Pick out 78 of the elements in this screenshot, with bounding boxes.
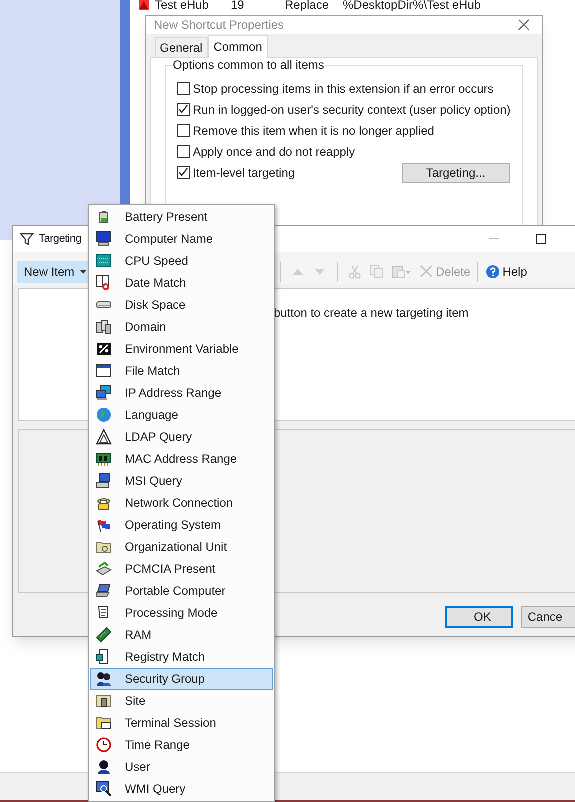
menu-item[interactable]: Battery Present <box>90 206 273 228</box>
checkbox-label: Remove this item when it is no longer applied <box>193 122 434 140</box>
menu-item[interactable]: IP Address Range <box>90 382 273 404</box>
menu-item[interactable]: Domain <box>90 316 273 338</box>
help-icon <box>486 264 500 278</box>
dialog-button[interactable]: OK <box>445 606 513 628</box>
menu-item[interactable]: PCMCIA Present <box>90 558 273 580</box>
magnifier-monitor-icon <box>96 781 112 797</box>
menu-item[interactable]: Organizational Unit <box>90 536 273 558</box>
menu-item[interactable]: Operating System <box>90 514 273 536</box>
menu-item[interactable]: Terminal Session <box>90 712 273 734</box>
window-title: Targeting <box>39 232 82 247</box>
laptop-icon <box>96 583 112 599</box>
menu-item[interactable]: Computer Name <box>90 228 273 250</box>
tab[interactable]: Common <box>208 35 268 58</box>
globe-icon <box>96 407 112 423</box>
menu-item[interactable]: MSI Query <box>90 470 273 492</box>
checkbox[interactable] <box>177 166 190 179</box>
list-cell-text: Test eHub <box>155 0 210 12</box>
shortcut-icon <box>138 0 150 11</box>
building-icon <box>96 693 112 709</box>
person-icon <box>96 759 112 775</box>
hint-text: button to create a new targeting item <box>274 306 469 320</box>
checkbox[interactable] <box>177 82 190 95</box>
menu-item[interactable]: Network Connection <box>90 492 273 514</box>
menu-item[interactable]: Processing Mode <box>90 602 273 624</box>
menu-item[interactable]: RAM <box>90 624 273 646</box>
triangle-icon <box>96 429 112 445</box>
menu-item[interactable]: Security Group <box>90 668 273 690</box>
list-cell-text: 19 <box>230 0 246 12</box>
window-icon <box>96 363 112 379</box>
network-card-icon <box>96 451 112 467</box>
menu-item[interactable]: WMI Query <box>90 778 273 800</box>
monitor-icon <box>96 231 112 247</box>
chip-icon <box>96 253 112 269</box>
help-button[interactable]: Help <box>484 260 528 282</box>
menu-item[interactable]: Portable Computer <box>90 580 273 602</box>
window-title: New Shortcut Properties <box>154 17 284 34</box>
percent-icon <box>96 341 112 357</box>
menu-item[interactable]: Site <box>90 690 273 712</box>
group-title: Options common to all items <box>172 58 326 72</box>
servers-icon <box>96 319 112 335</box>
menu-item[interactable]: User <box>90 756 273 778</box>
menu-item[interactable]: Language <box>90 404 273 426</box>
dialog-button[interactable]: Cance <box>520 606 575 628</box>
menu-item[interactable]: Disk Space <box>90 294 273 316</box>
delete-icon <box>420 264 434 278</box>
memory-icon <box>96 627 112 643</box>
close-icon <box>518 19 530 31</box>
menu-item[interactable]: CPU Speed <box>90 250 273 272</box>
computers-icon <box>96 385 112 401</box>
list-cell-text: Replace <box>285 0 330 12</box>
menu-item[interactable]: Environment Variable <box>90 338 273 360</box>
new-item-button[interactable]: New Item <box>17 260 89 282</box>
clock-icon <box>96 737 112 753</box>
menu-item[interactable]: LDAP Query <box>90 426 273 448</box>
menu-item[interactable]: File Match <box>90 360 273 382</box>
checkbox[interactable] <box>177 145 190 158</box>
folder-window-icon <box>96 715 112 731</box>
card-icon <box>96 561 112 577</box>
filter-icon <box>20 232 34 246</box>
checkbox[interactable] <box>177 124 190 137</box>
menu-item[interactable]: Registry Match <box>90 646 273 668</box>
checkbox-label: Stop processing items in this extension if an error occurs <box>193 80 494 98</box>
menu-item[interactable]: Time Range <box>90 734 273 756</box>
checkbox-label: Apply once and do not reapply <box>193 144 356 160</box>
checkbox-label: Run in logged-on user's security context (user policy option) <box>193 102 511 118</box>
computer-icon <box>96 473 112 489</box>
targeting-button[interactable]: Targeting... <box>402 162 510 182</box>
menu-item[interactable]: Date Match <box>90 272 273 294</box>
checkbox-label: Item-level targeting <box>193 164 296 182</box>
tab[interactable]: General <box>155 37 208 57</box>
caret-icon <box>80 270 87 274</box>
list-cell: %DesktopDir%\Test eHub <box>343 0 482 12</box>
menu-item[interactable]: MAC Address Range <box>90 448 273 470</box>
people-icon <box>96 671 112 687</box>
checkbox[interactable] <box>177 103 190 116</box>
maximize-icon <box>536 234 546 244</box>
